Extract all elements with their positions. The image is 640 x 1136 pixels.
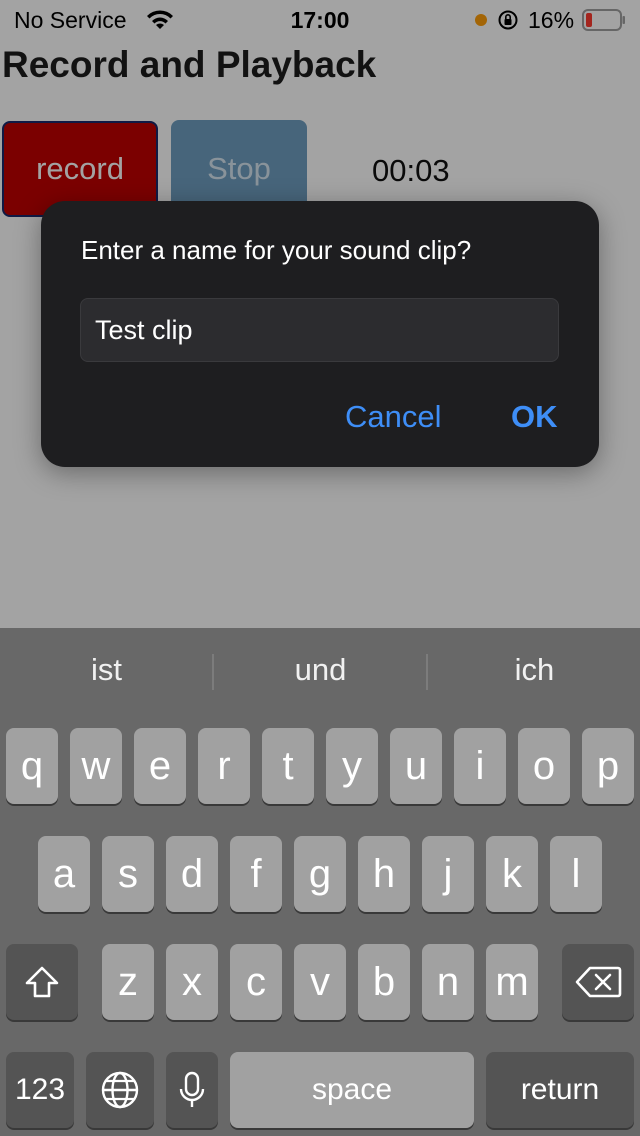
space-key[interactable]: space (230, 1052, 474, 1128)
key-l[interactable]: l (550, 836, 602, 912)
key-o[interactable]: o (518, 728, 570, 804)
shift-key[interactable] (6, 944, 78, 1020)
dictation-key[interactable] (166, 1052, 218, 1128)
return-key[interactable]: return (486, 1052, 634, 1128)
key-c[interactable]: c (230, 944, 282, 1020)
numbers-key[interactable]: 123 (6, 1052, 74, 1128)
key-w[interactable]: w (70, 728, 122, 804)
clip-name-input[interactable]: Test clip (80, 298, 559, 362)
backspace-key[interactable] (562, 944, 634, 1020)
suggestion-2[interactable]: und (214, 652, 427, 688)
cancel-button[interactable]: Cancel (345, 399, 442, 435)
name-clip-dialog: Enter a name for your sound clip? Test c… (41, 201, 599, 467)
key-d[interactable]: d (166, 836, 218, 912)
suggestion-1[interactable]: ist (0, 652, 213, 688)
key-f[interactable]: f (230, 836, 282, 912)
key-k[interactable]: k (486, 836, 538, 912)
key-a[interactable]: a (38, 836, 90, 912)
key-q[interactable]: q (6, 728, 58, 804)
key-j[interactable]: j (422, 836, 474, 912)
globe-key[interactable] (86, 1052, 154, 1128)
key-h[interactable]: h (358, 836, 410, 912)
key-x[interactable]: x (166, 944, 218, 1020)
ok-button[interactable]: OK (511, 399, 558, 435)
key-g[interactable]: g (294, 836, 346, 912)
globe-icon (101, 1071, 139, 1109)
key-m[interactable]: m (486, 944, 538, 1020)
key-y[interactable]: y (326, 728, 378, 804)
key-z[interactable]: z (102, 944, 154, 1020)
dialog-message: Enter a name for your sound clip? (81, 235, 472, 265)
key-r[interactable]: r (198, 728, 250, 804)
key-v[interactable]: v (294, 944, 346, 1020)
key-s[interactable]: s (102, 836, 154, 912)
microphone-icon (179, 1071, 205, 1107)
shift-icon (25, 966, 59, 998)
keyboard: ist und ich q w e r t y u i o p a s d f … (0, 628, 640, 1136)
key-e[interactable]: e (134, 728, 186, 804)
backspace-icon (575, 966, 622, 998)
key-i[interactable]: i (454, 728, 506, 804)
key-u[interactable]: u (390, 728, 442, 804)
key-n[interactable]: n (422, 944, 474, 1020)
key-t[interactable]: t (262, 728, 314, 804)
key-p[interactable]: p (582, 728, 634, 804)
key-b[interactable]: b (358, 944, 410, 1020)
suggestion-3[interactable]: ich (428, 652, 640, 688)
